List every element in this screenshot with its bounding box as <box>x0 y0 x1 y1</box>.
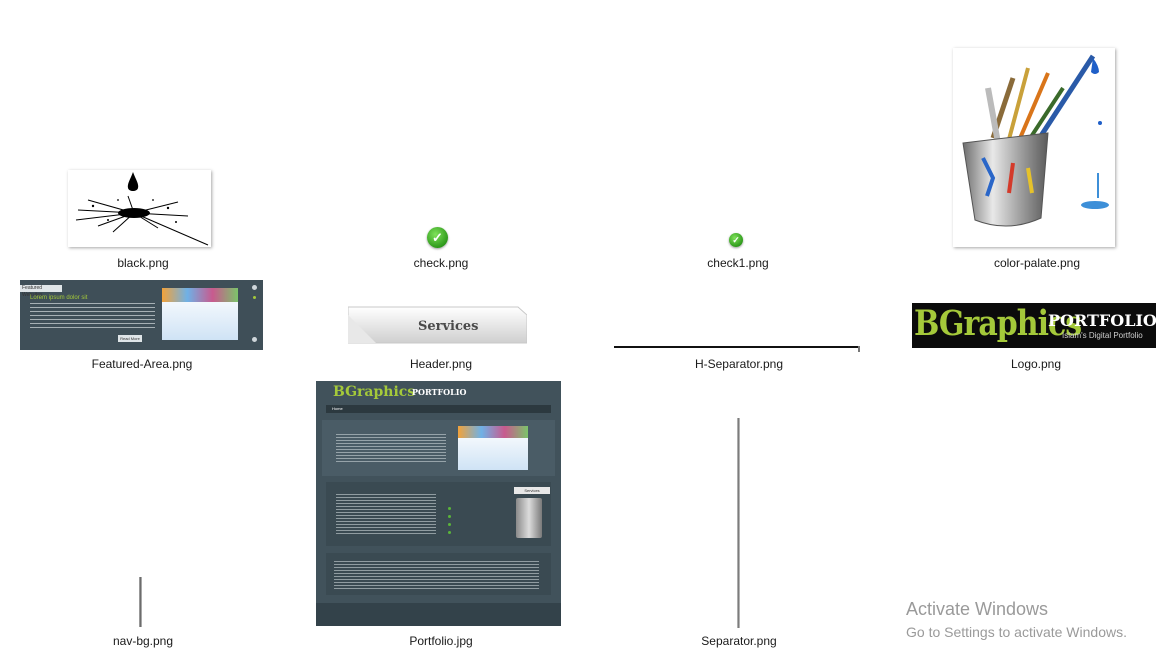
paint-bucket-icon <box>962 54 1109 227</box>
file-thumb-portfolio[interactable]: BGraphics PORTFOLIO Home Services <box>316 381 561 626</box>
file-label-check1[interactable]: check1.png <box>638 256 838 270</box>
file-thumb-color-palate[interactable] <box>953 48 1115 247</box>
portfolio-featured-block <box>322 420 555 476</box>
file-label-separator[interactable]: Separator.png <box>639 634 839 648</box>
portfolio-services-tag: Services <box>514 487 550 494</box>
file-label-featured-area[interactable]: Featured-Area.png <box>42 357 242 371</box>
portfolio-content-text <box>334 561 539 589</box>
portfolio-featured-screenshot <box>458 426 528 470</box>
file-label-black[interactable]: black.png <box>43 256 243 270</box>
portfolio-check-1-icon <box>448 507 451 510</box>
portfolio-logo-main: BGraphics <box>333 384 416 400</box>
file-thumb-nav-bg[interactable] <box>139 577 142 627</box>
portfolio-check-4-icon <box>448 531 451 534</box>
file-label-check[interactable]: check.png <box>341 256 541 270</box>
logo-sub-text: PORTFOLIO <box>1048 311 1157 330</box>
file-thumb-black[interactable] <box>68 170 211 247</box>
file-thumb-h-separator[interactable] <box>614 346 860 348</box>
portfolio-check-3-icon <box>448 523 451 526</box>
file-thumb-logo[interactable]: BGraphics PORTFOLIO Islam's Digital Port… <box>912 303 1157 348</box>
file-thumb-header[interactable]: Services <box>347 305 528 349</box>
portfolio-services-block: Services <box>326 482 551 546</box>
portfolio-featured-text <box>336 434 446 464</box>
portfolio-nav-home: Home <box>332 406 343 411</box>
featured-nav-down-icon <box>252 337 257 342</box>
file-label-portfolio[interactable]: Portfolio.jpg <box>341 634 541 648</box>
featured-title: Featured Websites <box>20 285 62 298</box>
file-label-h-separator[interactable]: H-Separator.png <box>639 357 839 371</box>
featured-text-lines <box>30 303 155 329</box>
portfolio-content-block <box>326 553 551 595</box>
ink-splash-icon <box>75 172 209 246</box>
file-thumb-featured-area[interactable]: Featured Websites Lorem ipsum dolor sit … <box>20 280 263 350</box>
featured-screenshot <box>162 288 238 340</box>
portfolio-services-text <box>336 494 436 536</box>
featured-dot-icon <box>253 296 256 299</box>
featured-read-more: Read More <box>118 335 142 342</box>
header-services-label: Services <box>418 319 479 334</box>
file-label-nav-bg[interactable]: nav-bg.png <box>43 634 243 648</box>
activate-windows-subtitle: Go to Settings to activate Windows. <box>906 624 1127 640</box>
file-label-logo[interactable]: Logo.png <box>936 357 1136 371</box>
logo-tagline: Islam's Digital Portfolio <box>1062 331 1143 340</box>
portfolio-bucket-icon <box>516 498 542 538</box>
check-icon[interactable]: ✓ <box>427 227 448 248</box>
file-thumb-separator[interactable] <box>737 418 740 628</box>
portfolio-nav: Home <box>326 405 551 413</box>
featured-nav-up-icon <box>252 285 257 290</box>
file-label-color-palate[interactable]: color-palate.png <box>937 256 1137 270</box>
activate-windows-title: Activate Windows <box>906 599 1049 619</box>
featured-heading: Lorem ipsum dolor sit <box>30 295 88 301</box>
portfolio-footer <box>316 603 561 626</box>
portfolio-check-2-icon <box>448 515 451 518</box>
check-small-icon[interactable]: ✓ <box>729 233 743 247</box>
portfolio-logo-sub: PORTFOLIO <box>412 387 467 397</box>
file-label-header[interactable]: Header.png <box>341 357 541 371</box>
h-separator-end <box>858 346 860 352</box>
